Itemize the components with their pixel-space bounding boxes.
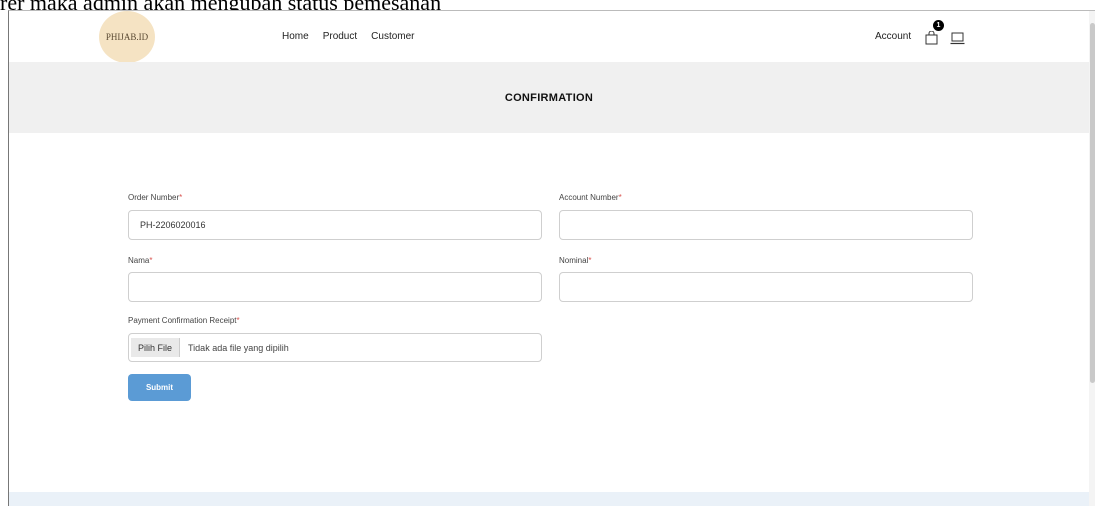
brand-logo[interactable]: PHIJAB.ID	[99, 11, 155, 63]
nav-link-home[interactable]: Home	[282, 31, 309, 42]
nav-link-customer[interactable]: Customer	[371, 31, 414, 42]
order-number-label: Order Number*	[128, 193, 183, 202]
browser-page: PHIJAB.ID Home Product Customer Account …	[8, 10, 1095, 506]
account-link[interactable]: Account	[875, 31, 911, 42]
nominal-input[interactable]	[559, 272, 973, 302]
file-status-text: Tidak ada file yang dipilih	[188, 342, 289, 353]
footer-strip	[9, 492, 1089, 506]
scrollbar-thumb[interactable]	[1090, 23, 1095, 383]
top-navbar: PHIJAB.ID Home Product Customer Account …	[9, 11, 1089, 63]
cart-count-badge: 1	[933, 20, 944, 31]
page-banner: CONFIRMATION	[9, 62, 1089, 133]
nav-link-product[interactable]: Product	[323, 31, 357, 42]
receipt-file-input[interactable]: Pilih File Tidak ada file yang dipilih	[128, 333, 542, 362]
order-number-input[interactable]	[128, 210, 542, 240]
shopping-bag-icon[interactable]	[925, 31, 938, 45]
page-title: CONFIRMATION	[504, 91, 594, 104]
laptop-icon[interactable]	[950, 32, 965, 45]
choose-file-button[interactable]: Pilih File	[131, 338, 181, 357]
nama-label: Nama*	[128, 256, 153, 265]
receipt-label: Payment Confirmation Receipt*	[128, 316, 240, 325]
account-number-input[interactable]	[559, 210, 973, 240]
submit-button[interactable]: Submit	[128, 374, 191, 401]
nav-links: Home Product Customer	[282, 31, 415, 42]
nama-input[interactable]	[128, 272, 542, 302]
account-number-label: Account Number*	[559, 193, 622, 202]
nominal-label: Nominal*	[559, 256, 592, 265]
